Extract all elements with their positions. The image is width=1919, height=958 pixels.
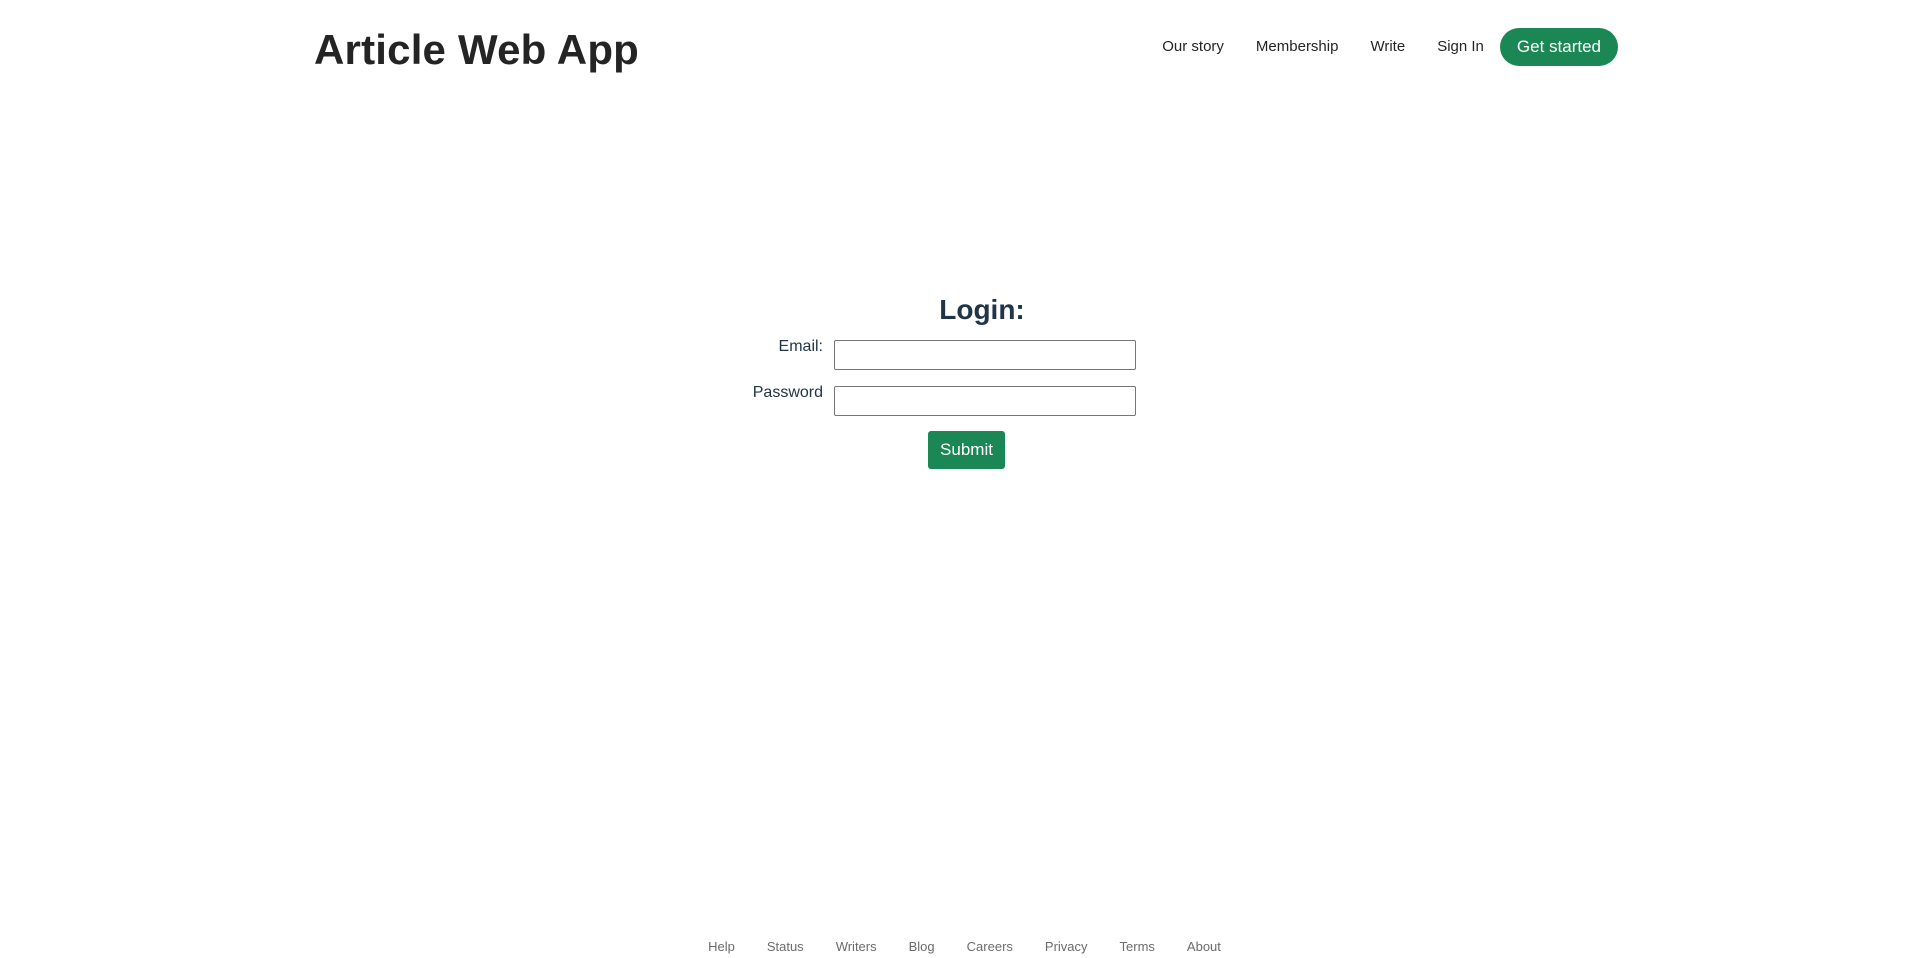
footer: Help Status Writers Blog Careers Privacy… [0,938,1919,955]
email-field[interactable] [834,340,1136,370]
site-title[interactable]: Article Web App [314,24,639,76]
nav-write-link[interactable]: Write [1370,27,1405,67]
footer-about-link[interactable]: About [1187,938,1221,955]
email-row: Email: [0,337,1919,370]
email-label: Email: [778,338,823,355]
submit-button[interactable]: Submit [928,431,1005,469]
footer-careers-link[interactable]: Careers [967,938,1013,955]
footer-status-link[interactable]: Status [767,938,804,955]
password-label: Password [752,384,823,401]
footer-help-link[interactable]: Help [708,938,735,955]
login-title: Login: [939,294,1025,325]
footer-terms-link[interactable]: Terms [1120,938,1155,955]
password-field[interactable] [834,386,1136,416]
footer-blog-link[interactable]: Blog [909,938,935,955]
top-nav: Our story Membership Write Sign In Get s… [1162,27,1618,67]
page: Article Web App Our story Membership Wri… [0,0,1919,958]
login-form: Login: Email: Password Submit [0,292,1919,469]
nav-sign-in-link[interactable]: Sign In [1437,27,1484,67]
get-started-button[interactable]: Get started [1499,28,1618,66]
footer-writers-link[interactable]: Writers [836,938,877,955]
nav-our-story-link[interactable]: Our story [1162,27,1224,67]
footer-privacy-link[interactable]: Privacy [1045,938,1088,955]
nav-membership-link[interactable]: Membership [1256,27,1339,67]
password-row: Password [0,383,1919,416]
